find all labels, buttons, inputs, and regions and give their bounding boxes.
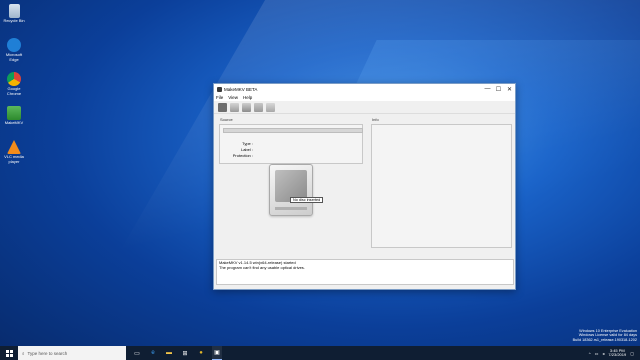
settings-icon[interactable] xyxy=(254,102,263,112)
clock-date: 7/23/2019 xyxy=(608,352,627,357)
edge-taskbar-icon[interactable]: e xyxy=(148,346,158,360)
system-tray: ^ ▭ ◂ 3:45 PM 7/23/2019 ▢ xyxy=(589,348,640,358)
desktop-icon-label: Recycle Bin xyxy=(3,18,25,23)
minimize-button[interactable]: — xyxy=(482,84,493,94)
desktop-icon-vlc[interactable]: VLC media player xyxy=(2,140,26,164)
open-drive-button[interactable] xyxy=(269,164,313,216)
open-files-icon[interactable] xyxy=(230,102,239,112)
makemkv-icon xyxy=(7,106,21,120)
desktop-icon-edge[interactable]: Microsoft Edge xyxy=(2,38,26,62)
desktop-icon-label: Microsoft Edge xyxy=(5,52,23,62)
edge-icon xyxy=(7,38,21,52)
main-area: Source Type : Label : Protection : No di… xyxy=(217,116,514,256)
task-view-icon[interactable]: ▭ xyxy=(132,346,142,360)
source-group: Type : Label : Protection : xyxy=(219,124,363,164)
clock[interactable]: 3:45 PM 7/23/2019 xyxy=(608,348,627,358)
menu-bar: File View Help xyxy=(214,94,515,101)
info-box xyxy=(371,124,512,248)
desktop-icon-recycle-bin[interactable]: Recycle Bin xyxy=(2,4,26,24)
log-line: The program can't find any usable optica… xyxy=(219,264,305,270)
chrome-taskbar-icon[interactable]: ● xyxy=(196,346,206,360)
store-icon[interactable]: ⊞ xyxy=(180,346,190,360)
desktop-icon-label: MakeMKV xyxy=(4,120,24,125)
title-bar[interactable]: MakeMKV BETA — ☐ ✕ xyxy=(214,84,515,94)
protection-label: Protection : xyxy=(232,153,253,158)
open-disc-icon[interactable] xyxy=(218,102,227,112)
taskbar-search[interactable]: ⌕ Type here to search xyxy=(18,346,126,360)
chevron-up-icon[interactable]: ^ xyxy=(589,351,591,356)
maximize-button[interactable]: ☐ xyxy=(493,84,504,94)
close-button[interactable]: ✕ xyxy=(504,84,515,94)
makemkv-window[interactable]: MakeMKV BETA — ☐ ✕ File View Help Source… xyxy=(213,83,516,290)
label-label: Label : xyxy=(240,147,253,152)
source-label: Source xyxy=(220,117,233,122)
menu-file[interactable]: File xyxy=(216,95,223,100)
network-icon[interactable]: ▭ xyxy=(595,351,599,356)
chrome-icon xyxy=(7,72,21,86)
search-icon: ⌕ xyxy=(22,350,25,356)
drive-slot xyxy=(275,207,307,210)
watermark-line: Build 18362.rs1_release.190318-1202 xyxy=(572,337,637,342)
menu-view[interactable]: View xyxy=(228,95,238,100)
source-dropdown[interactable] xyxy=(223,128,363,133)
desktop-icon-label: Google Chrome xyxy=(6,86,22,96)
windows-logo-icon xyxy=(5,349,13,357)
volume-icon[interactable]: ◂ xyxy=(602,351,604,356)
log-panel[interactable]: MakeMKV v1.14.5 win(x64-release) started… xyxy=(216,259,514,285)
desktop-icon-makemkv[interactable]: MakeMKV xyxy=(2,106,26,126)
start-button[interactable] xyxy=(0,346,18,360)
type-label: Type : xyxy=(242,141,253,146)
desktop-icon-chrome[interactable]: Google Chrome xyxy=(2,72,26,96)
info-label: Info xyxy=(372,117,379,122)
taskbar: ⌕ Type here to search ▭ e ▬ ⊞ ● ▣ ^ ▭ ◂ … xyxy=(0,346,640,360)
file-explorer-icon[interactable]: ▬ xyxy=(164,346,174,360)
search-placeholder: Type here to search xyxy=(27,350,68,356)
vlc-icon xyxy=(7,140,21,154)
app-icon xyxy=(217,86,222,92)
desktop-icon-label: VLC media player xyxy=(4,154,24,164)
info-pane: Info xyxy=(369,116,514,256)
toolbar xyxy=(214,101,515,114)
menu-help[interactable]: Help xyxy=(243,95,252,100)
window-title: MakeMKV BETA xyxy=(224,86,258,92)
source-pane: Source Type : Label : Protection : No di… xyxy=(217,116,365,256)
makemkv-taskbar-icon[interactable]: ▣ xyxy=(212,346,222,360)
drive-tooltip: No disc inserted xyxy=(290,197,324,203)
save-icon[interactable] xyxy=(242,102,251,112)
notification-icon[interactable]: ▢ xyxy=(630,351,634,356)
windows-watermark: Windows 10 Enterprise Evaluation Windows… xyxy=(573,329,637,342)
eject-icon[interactable] xyxy=(266,102,275,112)
recycle-bin-icon xyxy=(8,4,20,18)
